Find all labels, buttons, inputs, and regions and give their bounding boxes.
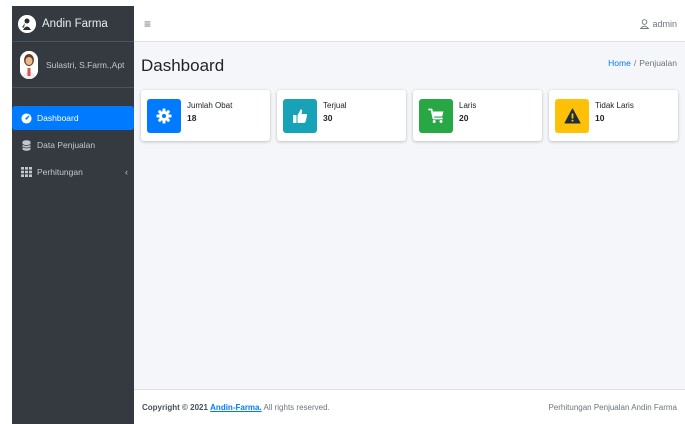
brand-link[interactable]: Andin Farma <box>12 6 134 42</box>
thumbs-up-icon <box>283 98 317 133</box>
sidebar-item-perhitungan[interactable]: Perhitungan ‹ <box>12 160 134 184</box>
page-title: Dashboard <box>141 56 225 75</box>
footer-copyright: Copyright © 2021 Andin-Farma. All rights… <box>142 403 330 412</box>
info-box-label: Tidak Laris <box>595 100 634 110</box>
info-box-value: 30 <box>323 112 333 123</box>
sidebar: Andin Farma Sulastri, S.Farm.,Apt Dashbo… <box>12 6 134 424</box>
info-box-label: Jumlah Obat <box>187 100 233 110</box>
brand-logo-icon <box>18 14 36 33</box>
breadcrumb-separator: / <box>633 58 637 68</box>
rights-text: All rights reserved. <box>263 402 330 412</box>
warning-icon <box>555 98 589 133</box>
user-menu[interactable]: admin <box>640 19 677 29</box>
user-panel[interactable]: Sulastri, S.Farm.,Apt <box>12 42 134 88</box>
breadcrumb-home-link[interactable]: Home <box>608 58 631 68</box>
brand-name: Andin Farma <box>42 17 108 30</box>
user-icon <box>640 18 650 29</box>
info-box-value: 18 <box>187 112 197 123</box>
user-name: Sulastri, S.Farm.,Apt <box>46 59 125 70</box>
tachometer-icon <box>20 112 32 124</box>
info-box-label: Laris <box>459 100 477 110</box>
account-label: admin <box>652 18 677 29</box>
table-icon <box>20 167 32 177</box>
chevron-left-icon: ‹ <box>125 167 128 177</box>
sidebar-item-data-penjualan[interactable]: Data Penjualan <box>12 133 134 157</box>
footer-right-text: Perhitungan Penjualan Andin Farma <box>548 402 677 412</box>
database-icon <box>20 139 32 151</box>
info-box-row: Jumlah Obat 18 Terjual 30 Laris 20 Tidak… <box>141 90 678 141</box>
menu-toggle-icon[interactable]: ≡ <box>144 17 151 31</box>
breadcrumb-current: Penjualan <box>639 58 677 68</box>
breadcrumb: Home / Penjualan <box>608 58 677 68</box>
copyright-text: Copyright © 2021 <box>142 402 208 412</box>
info-box-jumlah-obat: Jumlah Obat 18 <box>141 90 270 141</box>
info-box-value: 20 <box>459 112 469 123</box>
info-box-laris: Laris 20 <box>413 90 542 141</box>
sidebar-item-label: Dashboard <box>37 113 79 123</box>
main-footer: Copyright © 2021 Andin-Farma. All rights… <box>134 389 685 424</box>
shopping-cart-icon <box>419 98 453 133</box>
info-box-value: 10 <box>595 112 605 123</box>
footer-brand-link[interactable]: Andin-Farma. <box>210 403 262 412</box>
gear-icon <box>147 98 181 133</box>
info-box-label: Terjual <box>323 100 347 110</box>
sidebar-nav: Dashboard Data Penjualan Perhitungan ‹ <box>12 106 134 184</box>
info-box-terjual: Terjual 30 <box>277 90 406 141</box>
sidebar-item-label: Data Penjualan <box>37 140 96 150</box>
avatar <box>20 50 38 79</box>
sidebar-item-label: Perhitungan <box>37 167 83 177</box>
content-wrapper: Dashboard Home / Penjualan Jumlah Obat 1… <box>134 42 685 389</box>
info-box-tidak-laris: Tidak Laris 10 <box>549 90 678 141</box>
top-navbar: ≡ admin <box>134 6 685 42</box>
sidebar-item-dashboard[interactable]: Dashboard <box>12 106 134 130</box>
